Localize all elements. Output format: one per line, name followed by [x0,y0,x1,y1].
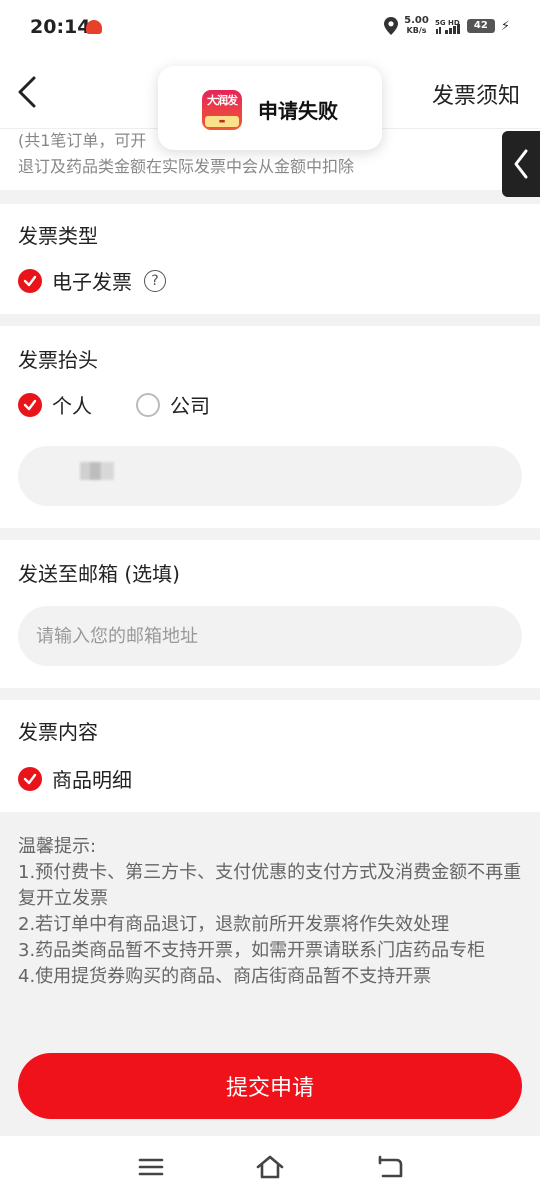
app-logo-text: 大润发 [207,94,238,107]
return-icon[interactable] [375,1152,405,1182]
invoice-type-section: 发票类型 电子发票 ? [0,204,540,314]
option-label: 公司 [170,394,210,418]
app-logo: 大润发 ▬ [202,90,242,130]
charging-icon: ⚡ [500,18,510,34]
unchecked-radio-icon [136,392,160,417]
email-title: 发送至邮箱 (选填) [18,562,180,586]
option-electronic-invoice[interactable]: 电子发票 ? [18,266,166,295]
invoice-type-title: 发票类型 [18,224,98,248]
back-button[interactable] [14,74,44,110]
toast-message: 申请失败 [258,99,338,123]
status-time: 20:14 [30,16,91,38]
invoice-notice-link[interactable]: 发票须知 [432,78,520,110]
help-icon[interactable]: ? [144,269,166,292]
option-label: 商品明细 [52,768,132,792]
invoice-content-section: 发票内容 商品明细 [0,700,540,812]
option-company[interactable]: 公司 [136,390,210,419]
option-product-details[interactable]: 商品明细 [18,764,132,793]
status-bar: 20:14 5.00 KB/s 5G HD 42 ⚡ [0,0,540,56]
tip-item: 2.若订单中有商品退订，退款前所开发票将作失效处理 [18,914,450,935]
app-logo-badge: ▬ [205,116,239,127]
tip-item: 1.预付费卡、第三方卡、支付优惠的支付方式及消费金额不再重复开立发票 [18,862,522,909]
option-label: 电子发票 [52,270,132,294]
side-expand-tab[interactable] [502,131,540,197]
tip-item: 3.药品类商品暂不支持开票，如需开票请联系门店药品专柜 [18,940,486,961]
network-speed-value: 5.00 [404,15,429,26]
email-section: 发送至邮箱 (选填) [0,540,540,688]
checked-icon [18,392,42,417]
tip-item: 4.使用提货券购买的商品、商店街商品暂不支持开票 [18,966,432,987]
network-speed-unit: KB/s [406,26,427,35]
home-icon[interactable] [255,1152,285,1182]
invoice-header-section: 发票抬头 个人 公司 [0,326,540,528]
system-nav-bar [0,1136,540,1200]
tips-heading: 温馨提示: [18,836,97,857]
location-icon [384,17,399,35]
invoice-content-title: 发票内容 [18,720,98,744]
email-field[interactable] [18,606,522,666]
order-count-text: (共1笔订单，可开 [18,131,147,150]
error-toast: 大润发 ▬ 申请失败 [158,66,382,150]
checked-icon [18,268,42,293]
network-type-label: 5G HD [435,19,460,27]
submit-button[interactable]: 提交申请 [18,1053,522,1119]
tips-box: 温馨提示: 1.预付费卡、第三方卡、支付优惠的支付方式及消费金额不再重复开立发票… [18,834,522,990]
signal-icon: 5G HD [435,19,460,34]
status-indicators: 5.00 KB/s 5G HD 42 ⚡ [384,16,510,36]
chevron-left-icon [514,149,528,179]
invoice-header-title: 发票抬头 [18,348,98,372]
menu-icon[interactable] [136,1152,166,1182]
email-input[interactable] [36,606,506,666]
order-deduction-note: 退订及药品类金额在实际发票中会从金额中扣除 [18,157,355,176]
option-personal[interactable]: 个人 [18,390,92,419]
network-speed: 5.00 KB/s [404,16,429,36]
battery-icon: 42 [466,19,495,33]
notification-app-icon [86,20,102,34]
redacted-name [80,462,114,480]
option-label: 个人 [52,394,92,418]
invoice-title-field[interactable] [18,446,522,506]
checked-icon [18,766,42,791]
